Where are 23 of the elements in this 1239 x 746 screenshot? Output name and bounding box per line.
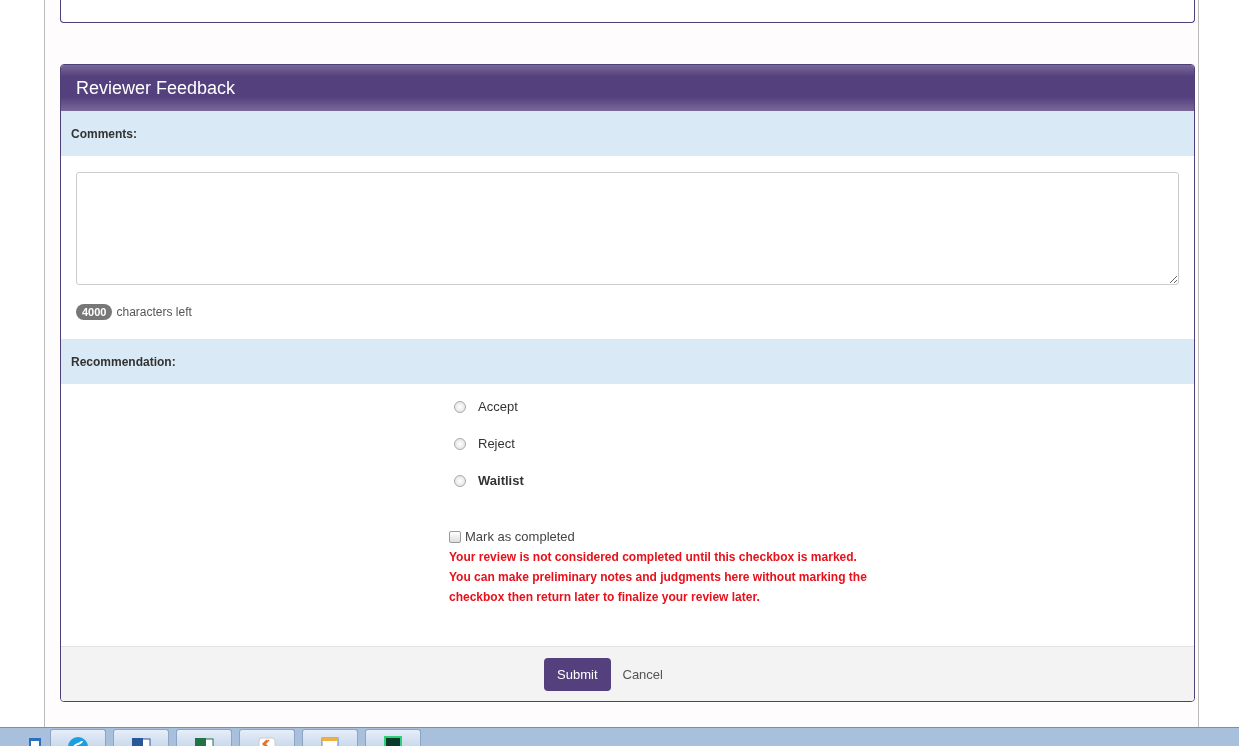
taskbar-button[interactable] (365, 729, 421, 746)
section-label: Recommendation: (71, 354, 176, 369)
warning-text: Your review is not considered completed until this checkbox is marked. (449, 549, 858, 566)
warning-text: checkbox then return later to finalize your review later. (449, 589, 761, 606)
checkbox-label[interactable]: Mark as completed (465, 529, 575, 544)
count-badge: 4000 (76, 304, 113, 320)
radio-button[interactable] (454, 400, 466, 413)
taskbar-button[interactable] (113, 729, 169, 746)
app-icon (65, 735, 91, 746)
warning-text: You can make preliminary notes and judgments here without marking the (449, 569, 868, 586)
section-label: Comments: (71, 126, 137, 141)
taskbar-button[interactable] (176, 729, 232, 746)
submit-button[interactable]: Submit (544, 657, 611, 691)
app-icon[interactable] (29, 735, 43, 746)
panel-title: Reviewer Feedback (76, 77, 236, 99)
radio-button[interactable] (454, 474, 466, 487)
option-label[interactable]: Waitlist (478, 473, 524, 488)
radio-button[interactable] (454, 437, 466, 450)
counter-text: characters left (116, 305, 192, 319)
option-label[interactable]: Reject (478, 436, 515, 451)
option-label[interactable]: Accept (478, 399, 518, 414)
cancel-link[interactable]: Cancel (622, 666, 663, 682)
checkbox[interactable] (449, 530, 461, 543)
